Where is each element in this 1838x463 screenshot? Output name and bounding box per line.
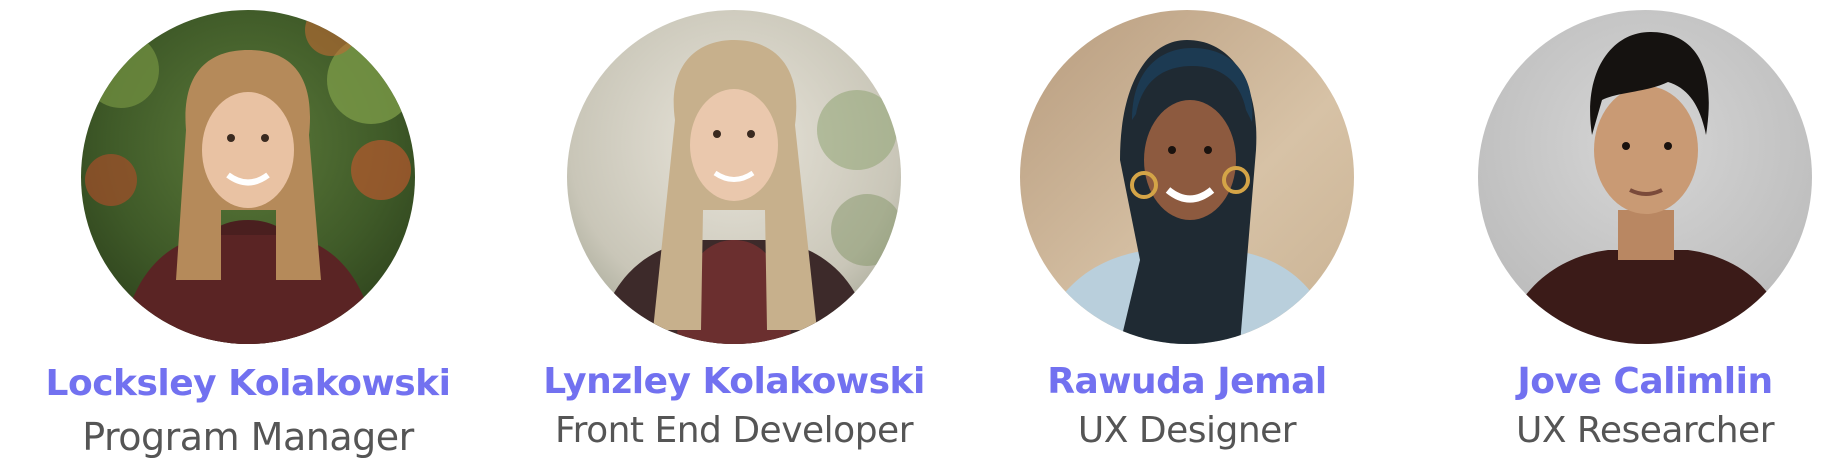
team-member-card: Lynzley Kolakowski Front End Developer (504, 10, 964, 460)
member-role: UX Designer (1077, 410, 1297, 451)
member-role: UX Researcher (1515, 410, 1775, 451)
member-role: Program Manager (82, 415, 414, 459)
team-member-card: Jove Calimlin UX Researcher (1415, 10, 1838, 460)
member-name: Lynzley Kolakowski (543, 361, 925, 402)
portrait-photo-indoor-warm (1020, 10, 1354, 344)
avatar (81, 10, 415, 344)
team-member-card: Locksley Kolakowski Program Manager (18, 10, 478, 460)
member-name: Jove Calimlin (1517, 361, 1773, 402)
member-name: Locksley Kolakowski (45, 363, 451, 404)
avatar (1478, 10, 1812, 344)
team-grid: Locksley Kolakowski Program Manager Lynz… (0, 0, 1838, 463)
avatar (567, 10, 901, 344)
member-role: Front End Developer (554, 410, 914, 451)
portrait-photo-grey-backdrop (1478, 10, 1812, 344)
avatar (1020, 10, 1354, 344)
member-name: Rawuda Jemal (1047, 361, 1327, 402)
portrait-photo-outdoor-light (567, 10, 901, 344)
portrait-photo-outdoor-foliage (81, 10, 415, 344)
team-member-card: Rawuda Jemal UX Designer (957, 10, 1417, 460)
